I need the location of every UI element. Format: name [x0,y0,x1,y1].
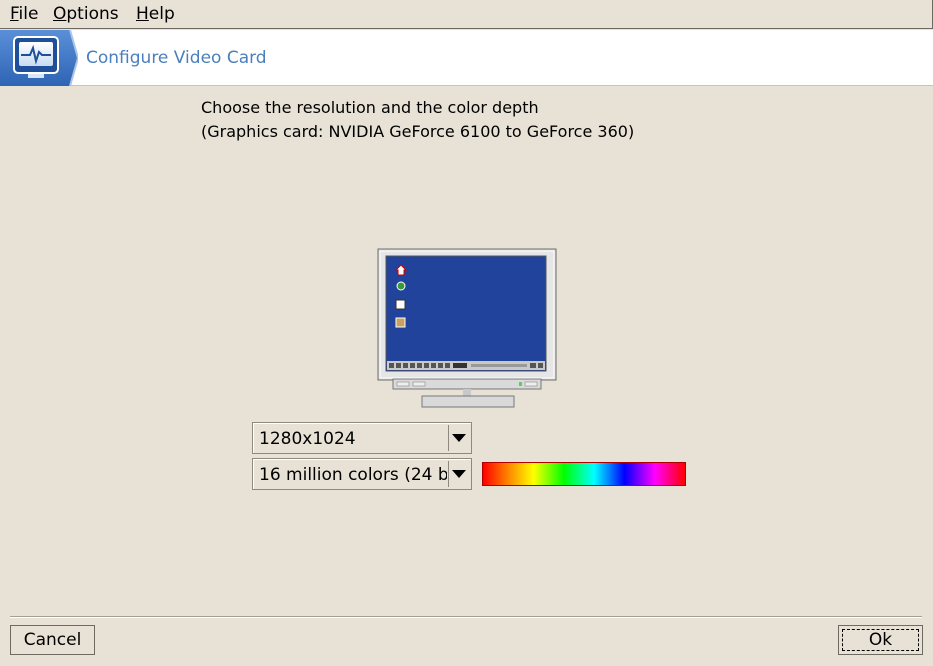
button-area-separator [10,616,922,618]
ok-button-label: Ok [868,630,893,650]
header-banner: Configure Video Card [0,30,933,86]
resolution-select-value: 1280x1024 [259,429,356,449]
color-depth-spectrum [482,462,686,486]
banner-title: Configure Video Card [86,48,267,68]
menu-help[interactable]: Help [136,4,175,24]
menu-file[interactable]: File [10,4,38,24]
cancel-button[interactable]: Cancel [10,625,95,655]
chevron-down-icon[interactable] [452,434,466,442]
menu-help-mnemonic: H [136,4,149,24]
instructions-line-1: Choose the resolution and the color dept… [201,98,539,117]
menu-help-label: elp [148,4,175,24]
instructions: Choose the resolution and the color dept… [201,96,634,144]
chevron-down-icon[interactable] [452,470,466,478]
ok-button[interactable]: Ok [838,625,923,655]
cancel-button-label: Cancel [23,630,82,650]
resolution-select[interactable]: 1280x1024 [252,422,472,454]
menu-options[interactable]: Options [53,4,119,24]
menu-options-label: ptions [66,4,119,24]
monitor-heartbeat-icon [0,30,78,86]
menu-bar: File Options Help [0,0,933,29]
color-depth-select-value: 16 million colors (24 bits) [259,465,447,485]
combo-divider [448,425,449,451]
menu-file-mnemonic: F [10,4,19,24]
menu-file-label: ile [18,4,39,24]
menu-options-mnemonic: O [53,4,67,24]
color-depth-select[interactable]: 16 million colors (24 bits) [252,458,472,490]
monitor-preview-image [377,248,557,408]
combo-divider [448,461,449,487]
instructions-line-2: (Graphics card: NVIDIA GeForce 6100 to G… [201,122,635,141]
